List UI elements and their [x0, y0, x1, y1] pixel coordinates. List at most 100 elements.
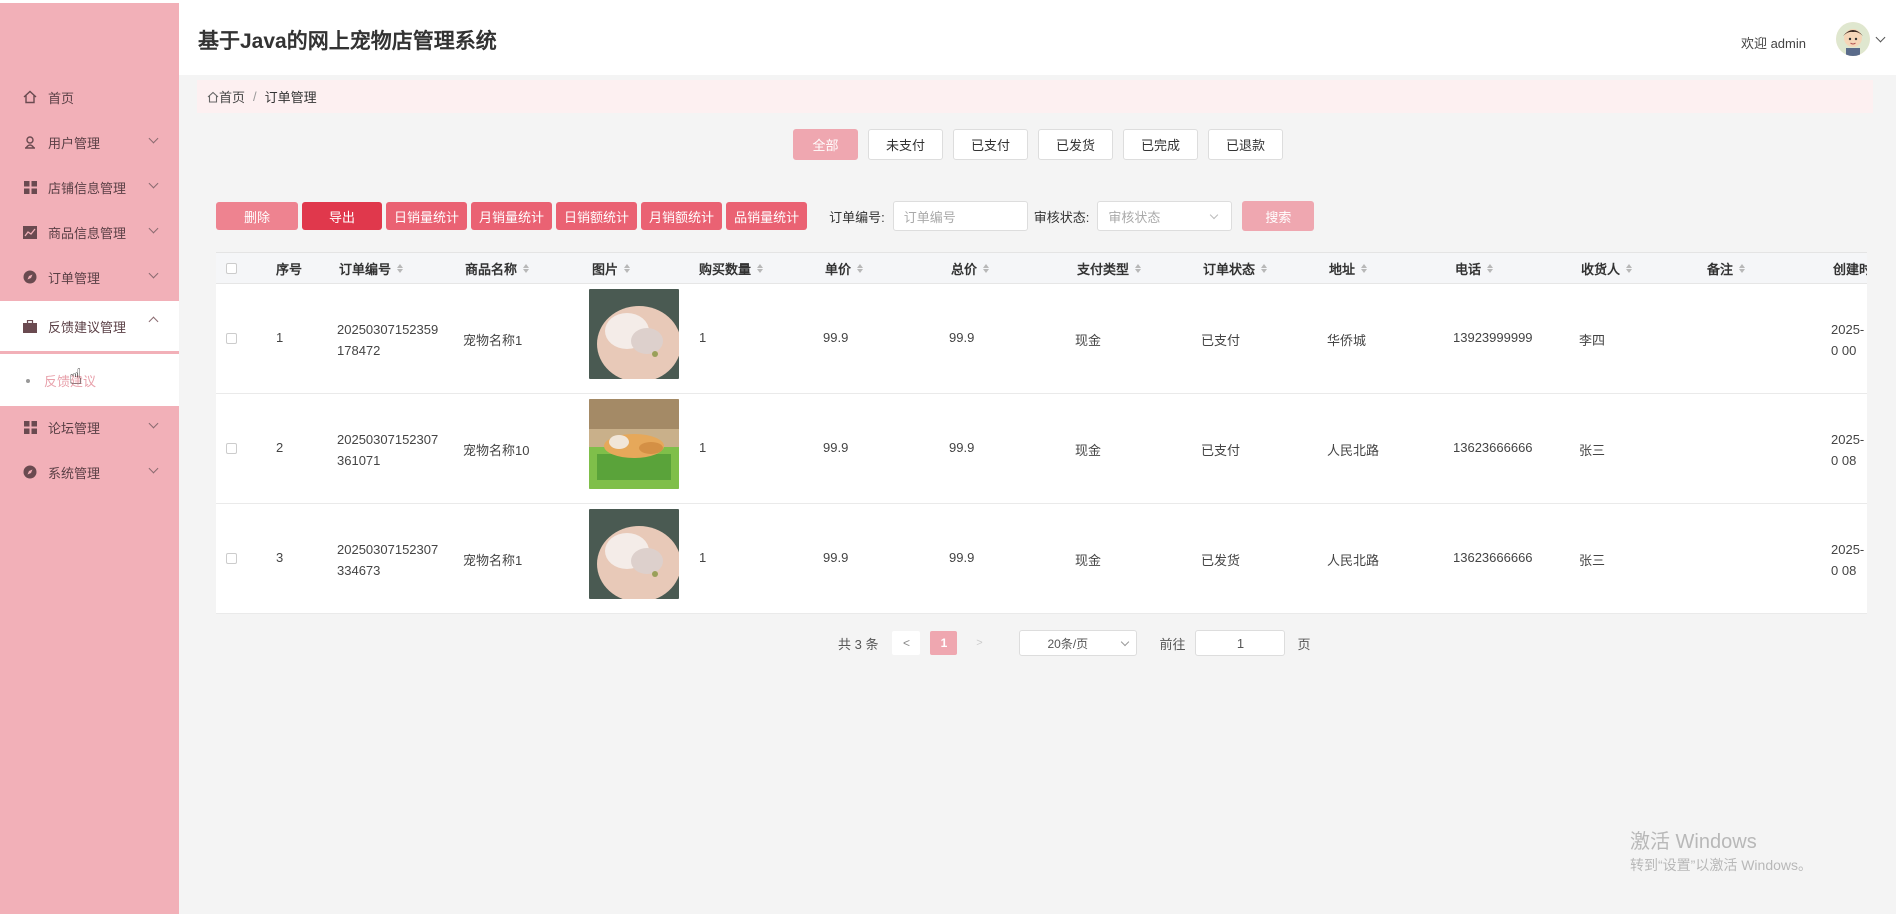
sidebar-item-label: 店铺信息管理 [48, 180, 127, 196]
product-sales-button[interactable]: 品销量统计 [726, 202, 808, 230]
row-total: 99.9 [949, 440, 975, 455]
tab-paid[interactable]: 已支付 [953, 129, 1028, 160]
row-checkbox[interactable] [226, 553, 237, 564]
tab-all[interactable]: 全部 [793, 129, 858, 160]
table-row[interactable]: 1 20250307152359178472 宠物名称1 1 99.9 99.9… [216, 284, 1867, 394]
row-total: 99.9 [949, 550, 975, 565]
orders-table: 序号 订单编号 商品名称 图片 购买数量 单价 总价 支付类型 订单状态 地址 … [216, 252, 1867, 614]
monthly-sales-count-button[interactable]: 月销量统计 [471, 202, 553, 230]
row-checkbox[interactable] [226, 333, 237, 344]
avatar[interactable] [1836, 22, 1870, 56]
col-product-name[interactable]: 商品名称 [465, 253, 530, 283]
activation-watermark-title: 激活 Windows [1630, 831, 1757, 853]
sort-icon [1487, 263, 1494, 273]
row-pay-type: 现金 [1075, 443, 1102, 458]
chevron-down-icon[interactable] [1875, 32, 1886, 43]
col-pay-type[interactable]: 支付类型 [1077, 253, 1142, 283]
sidebar: 首页 用户管理 店铺信息管理 商品信息管理 订单管理 反馈建议管理 反馈建议 论… [0, 3, 179, 914]
row-order-status: 已发货 [1201, 553, 1241, 568]
col-order-status[interactable]: 订单状态 [1203, 253, 1268, 283]
chevron-down-icon [1210, 210, 1219, 220]
sidebar-item-label: 商品信息管理 [48, 225, 127, 241]
col-remark[interactable]: 备注 [1707, 253, 1746, 283]
col-address[interactable]: 地址 [1329, 253, 1368, 283]
tab-refunded[interactable]: 已退款 [1208, 129, 1283, 160]
col-quantity[interactable]: 购买数量 [699, 253, 764, 283]
total-count: 共 3 条 [838, 636, 879, 652]
row-order-no: 20250307152307334673 [337, 542, 439, 578]
prev-page-button[interactable]: < [892, 631, 921, 655]
row-index: 3 [276, 550, 284, 565]
chevron-down-icon [148, 178, 159, 189]
sort-icon [857, 263, 864, 273]
goto-label: 前往 [1159, 636, 1186, 652]
goto-page-input[interactable]: 1 [1195, 630, 1286, 656]
row-receiver: 张三 [1579, 443, 1606, 458]
row-order-no: 20250307152307361071 [337, 432, 439, 468]
col-unit-price[interactable]: 单价 [825, 253, 864, 283]
row-unit-price: 99.9 [823, 440, 849, 455]
chevron-down-icon [1121, 637, 1130, 647]
sidebar-item-feedback[interactable]: 反馈建议管理 [0, 301, 179, 351]
col-created[interactable]: 创建时 [1833, 253, 1867, 283]
breadcrumb-home[interactable]: 首页 [207, 87, 245, 106]
table-row[interactable]: 3 20250307152307334673 宠物名称1 1 99.9 99.9… [216, 504, 1867, 614]
row-phone: 13623666666 [1453, 550, 1533, 565]
tab-completed[interactable]: 已完成 [1123, 129, 1198, 160]
tab-shipped[interactable]: 已发货 [1038, 129, 1113, 160]
search-button[interactable]: 搜索 [1242, 201, 1315, 231]
sidebar-item-system[interactable]: 系统管理 [0, 452, 179, 492]
sidebar-item-label: 论坛管理 [48, 420, 101, 436]
row-product-name: 宠物名称1 [463, 553, 523, 568]
order-no-input[interactable]: 订单编号 [892, 201, 1028, 231]
page-size-value: 20条/页 [1047, 636, 1089, 651]
row-created: 2025-0 08 [1831, 542, 1865, 578]
user-icon [22, 134, 38, 150]
sidebar-subitem-feedback[interactable]: 反馈建议 [26, 371, 96, 390]
sidebar-item-home[interactable]: 首页 [0, 77, 179, 117]
sort-icon [983, 263, 990, 273]
product-image[interactable] [589, 289, 679, 379]
sort-icon [1739, 263, 1746, 273]
compass-icon [22, 464, 38, 480]
page-1-button[interactable]: 1 [930, 631, 958, 655]
col-order-no[interactable]: 订单编号 [339, 253, 404, 283]
pagination: 共 3 条 < 1 > 20条/页 前往 1 页 [838, 630, 1311, 656]
row-phone: 13923999999 [1453, 330, 1533, 345]
row-unit-price: 99.9 [823, 330, 849, 345]
export-button[interactable]: 导出 [302, 202, 382, 230]
sidebar-item-forum[interactable]: 论坛管理 [0, 407, 179, 447]
sidebar-item-products[interactable]: 商品信息管理 [0, 212, 179, 252]
chevron-down-icon [148, 463, 159, 474]
delete-button[interactable]: 删除 [216, 202, 298, 230]
product-image[interactable] [589, 509, 679, 599]
sort-icon [1135, 263, 1142, 273]
daily-sales-amount-button[interactable]: 日销额统计 [556, 202, 638, 230]
sort-icon [1361, 263, 1368, 273]
home-icon [22, 89, 38, 105]
col-receiver[interactable]: 收货人 [1581, 253, 1633, 283]
briefcase-icon [22, 318, 38, 334]
table-row[interactable]: 2 20250307152307361071 宠物名称10 1 99.9 99.… [216, 394, 1867, 504]
col-image[interactable]: 图片 [592, 253, 631, 283]
sidebar-item-orders[interactable]: 订单管理 [0, 257, 179, 297]
select-all-checkbox[interactable] [226, 253, 237, 283]
row-address: 人民北路 [1327, 443, 1380, 458]
next-page-button[interactable]: > [965, 631, 993, 655]
col-total[interactable]: 总价 [951, 253, 990, 283]
compass-icon [22, 269, 38, 285]
col-phone[interactable]: 电话 [1455, 253, 1494, 283]
row-checkbox[interactable] [226, 443, 237, 454]
tab-unpaid[interactable]: 未支付 [868, 129, 943, 160]
page-size-select[interactable]: 20条/页 [1019, 630, 1138, 656]
sidebar-item-shop[interactable]: 店铺信息管理 [0, 167, 179, 207]
daily-sales-count-button[interactable]: 日销量统计 [386, 202, 468, 230]
row-product-name: 宠物名称1 [463, 333, 523, 348]
row-created: 2025-0 08 [1831, 432, 1865, 468]
home-icon [207, 91, 219, 103]
sidebar-item-label: 系统管理 [48, 465, 101, 481]
product-image[interactable] [589, 399, 679, 489]
sidebar-item-users[interactable]: 用户管理 [0, 122, 179, 162]
monthly-sales-amount-button[interactable]: 月销额统计 [641, 202, 723, 230]
audit-status-select[interactable]: 审核状态 [1097, 201, 1233, 231]
